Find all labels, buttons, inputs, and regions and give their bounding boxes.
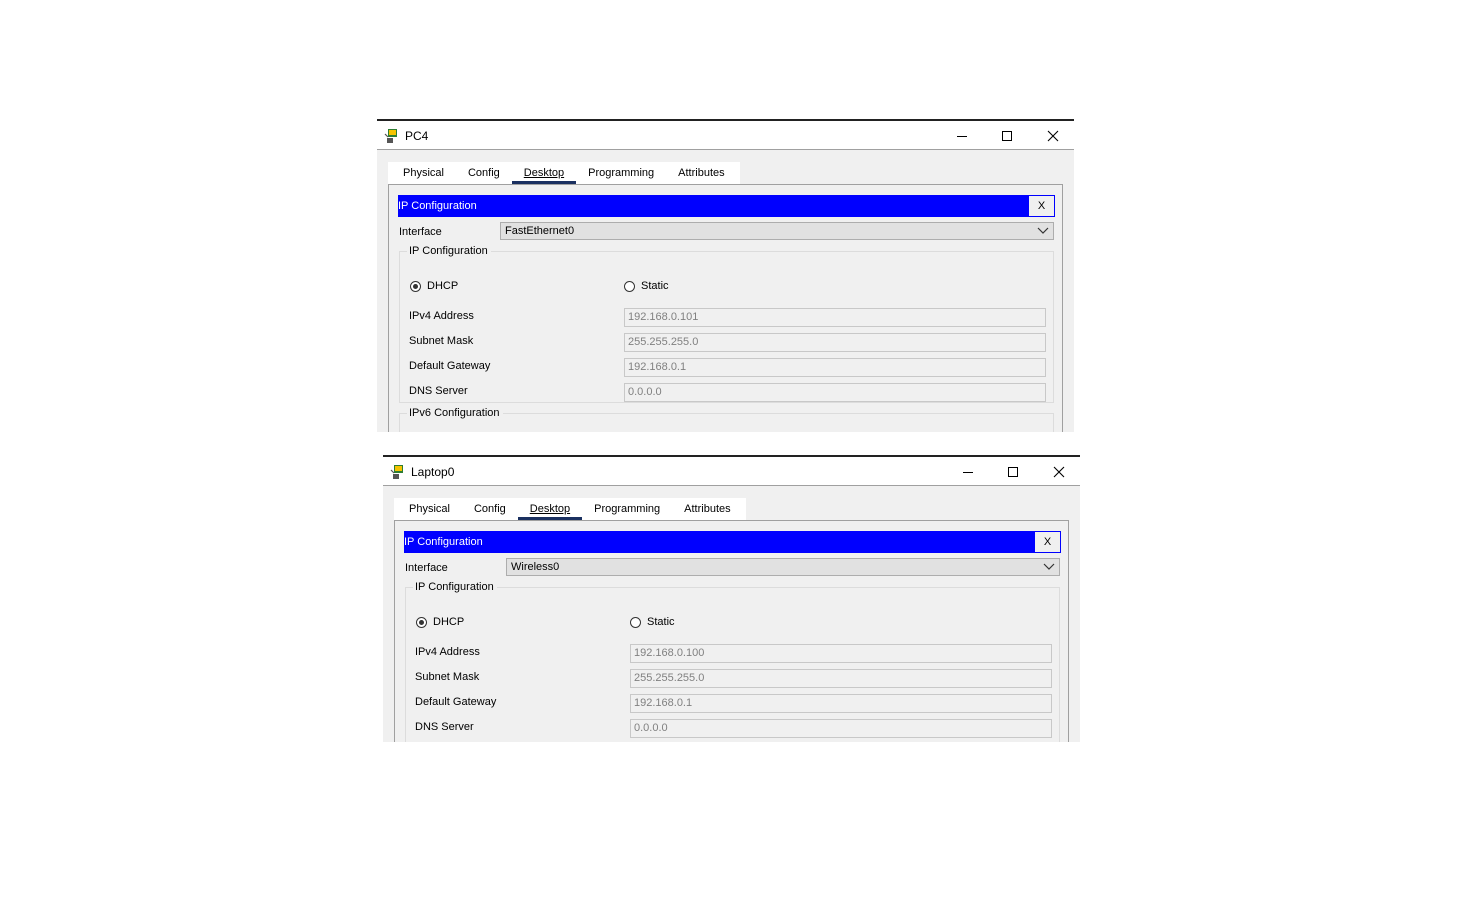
ip-config-header: IP Configuration X — [404, 531, 1061, 553]
dhcp-radio[interactable]: DHCP — [416, 616, 464, 628]
close-icon — [1047, 130, 1059, 142]
static-radio[interactable]: Static — [630, 616, 675, 628]
ipv4-address-label: IPv4 Address — [415, 646, 480, 658]
dhcp-label: DHCP — [427, 280, 459, 292]
ip-config-close-button[interactable]: X — [1034, 531, 1061, 553]
pc4-window: PC4 Physical Config Desktop Programming … — [377, 119, 1074, 432]
minimize-icon — [963, 472, 973, 473]
close-icon — [1053, 466, 1065, 478]
close-window-button[interactable] — [1047, 460, 1071, 484]
tab-attributes[interactable]: Attributes — [666, 162, 736, 184]
dns-server-field[interactable]: 0.0.0.0 — [630, 719, 1052, 738]
dhcp-radio-dot — [416, 616, 427, 628]
laptop0-window: Laptop0 Physical Config Desktop Programm… — [383, 455, 1080, 742]
tab-desktop[interactable]: Desktop — [517, 498, 583, 520]
ipv4-config-group: IP Configuration DHCP Static IPv4 Addres… — [405, 581, 1060, 742]
dns-server-field[interactable]: 0.0.0.0 — [624, 383, 1046, 402]
maximize-icon — [1008, 467, 1018, 477]
static-label: Static — [641, 280, 669, 292]
subnet-mask-label: Subnet Mask — [409, 335, 474, 347]
dhcp-label: DHCP — [433, 616, 465, 628]
packet-tracer-pc-icon — [390, 465, 403, 479]
ipv4-address-label: IPv4 Address — [409, 310, 474, 322]
minimize-icon — [957, 136, 967, 137]
window-title: Laptop0 — [411, 465, 455, 479]
static-radio[interactable]: Static — [624, 280, 669, 292]
close-window-button[interactable] — [1041, 124, 1065, 148]
title-bar[interactable]: Laptop0 — [383, 455, 1080, 486]
ipv4-address-field[interactable]: 192.168.0.101 — [624, 308, 1046, 327]
ip-config-title: IP Configuration — [404, 536, 483, 548]
subnet-mask-field[interactable]: 255.255.255.0 — [630, 669, 1052, 688]
minimize-button[interactable] — [956, 460, 980, 484]
tab-config[interactable]: Config — [462, 498, 518, 520]
maximize-button[interactable] — [1001, 460, 1025, 484]
window-content: Physical Config Desktop Programming Attr… — [377, 150, 1074, 432]
ip-config-close-button[interactable]: X — [1028, 195, 1055, 217]
maximize-button[interactable] — [995, 124, 1019, 148]
ip-config-header: IP Configuration X — [398, 195, 1055, 217]
tab-attributes[interactable]: Attributes — [672, 498, 742, 520]
static-label: Static — [647, 616, 675, 628]
static-radio-dot — [630, 616, 641, 628]
ipv4-group-label: IP Configuration — [413, 581, 497, 593]
minimize-button[interactable] — [950, 124, 974, 148]
static-radio-dot — [624, 280, 635, 292]
tab-desktop[interactable]: Desktop — [511, 162, 577, 184]
interface-value: Wireless0 — [511, 561, 560, 573]
interface-label: Interface — [405, 562, 448, 574]
chevron-down-icon — [1037, 227, 1049, 234]
subnet-mask-field[interactable]: 255.255.255.0 — [624, 333, 1046, 352]
ip-config-title: IP Configuration — [398, 200, 477, 212]
interface-select[interactable]: FastEthernet0 — [500, 222, 1054, 240]
default-gateway-field[interactable]: 192.168.0.1 — [624, 358, 1046, 377]
window-content: Physical Config Desktop Programming Attr… — [383, 486, 1080, 742]
dhcp-radio[interactable]: DHCP — [410, 280, 458, 292]
desktop-panel: IP Configuration X Interface Wireless0 I… — [394, 520, 1069, 742]
packet-tracer-pc-icon — [384, 129, 397, 143]
tab-config[interactable]: Config — [456, 162, 512, 184]
default-gateway-label: Default Gateway — [415, 696, 497, 708]
subnet-mask-label: Subnet Mask — [415, 671, 480, 683]
tab-programming[interactable]: Programming — [582, 498, 672, 520]
desktop-panel: IP Configuration X Interface FastEtherne… — [388, 184, 1063, 432]
dns-server-label: DNS Server — [415, 721, 474, 733]
default-gateway-label: Default Gateway — [409, 360, 491, 372]
tab-bar: Physical Config Desktop Programming Attr… — [394, 498, 746, 520]
default-gateway-field[interactable]: 192.168.0.1 — [630, 694, 1052, 713]
ipv4-config-group: IP Configuration DHCP Static IPv4 Addres… — [399, 245, 1054, 403]
ipv6-group-label: IPv6 Configuration — [407, 407, 503, 419]
tab-programming[interactable]: Programming — [576, 162, 666, 184]
ipv4-address-field[interactable]: 192.168.0.100 — [630, 644, 1052, 663]
interface-label: Interface — [399, 226, 442, 238]
interface-select[interactable]: Wireless0 — [506, 558, 1060, 576]
dns-server-label: DNS Server — [409, 385, 468, 397]
tab-physical[interactable]: Physical — [391, 162, 456, 184]
tab-physical[interactable]: Physical — [397, 498, 462, 520]
ipv4-group-label: IP Configuration — [407, 245, 491, 257]
interface-value: FastEthernet0 — [505, 225, 575, 237]
ipv6-config-group: IPv6 Configuration — [399, 407, 1054, 432]
chevron-down-icon — [1043, 563, 1055, 570]
title-bar[interactable]: PC4 — [377, 119, 1074, 150]
dhcp-radio-dot — [410, 280, 421, 292]
tab-bar: Physical Config Desktop Programming Attr… — [388, 162, 740, 184]
maximize-icon — [1002, 131, 1012, 141]
window-title: PC4 — [405, 129, 429, 143]
